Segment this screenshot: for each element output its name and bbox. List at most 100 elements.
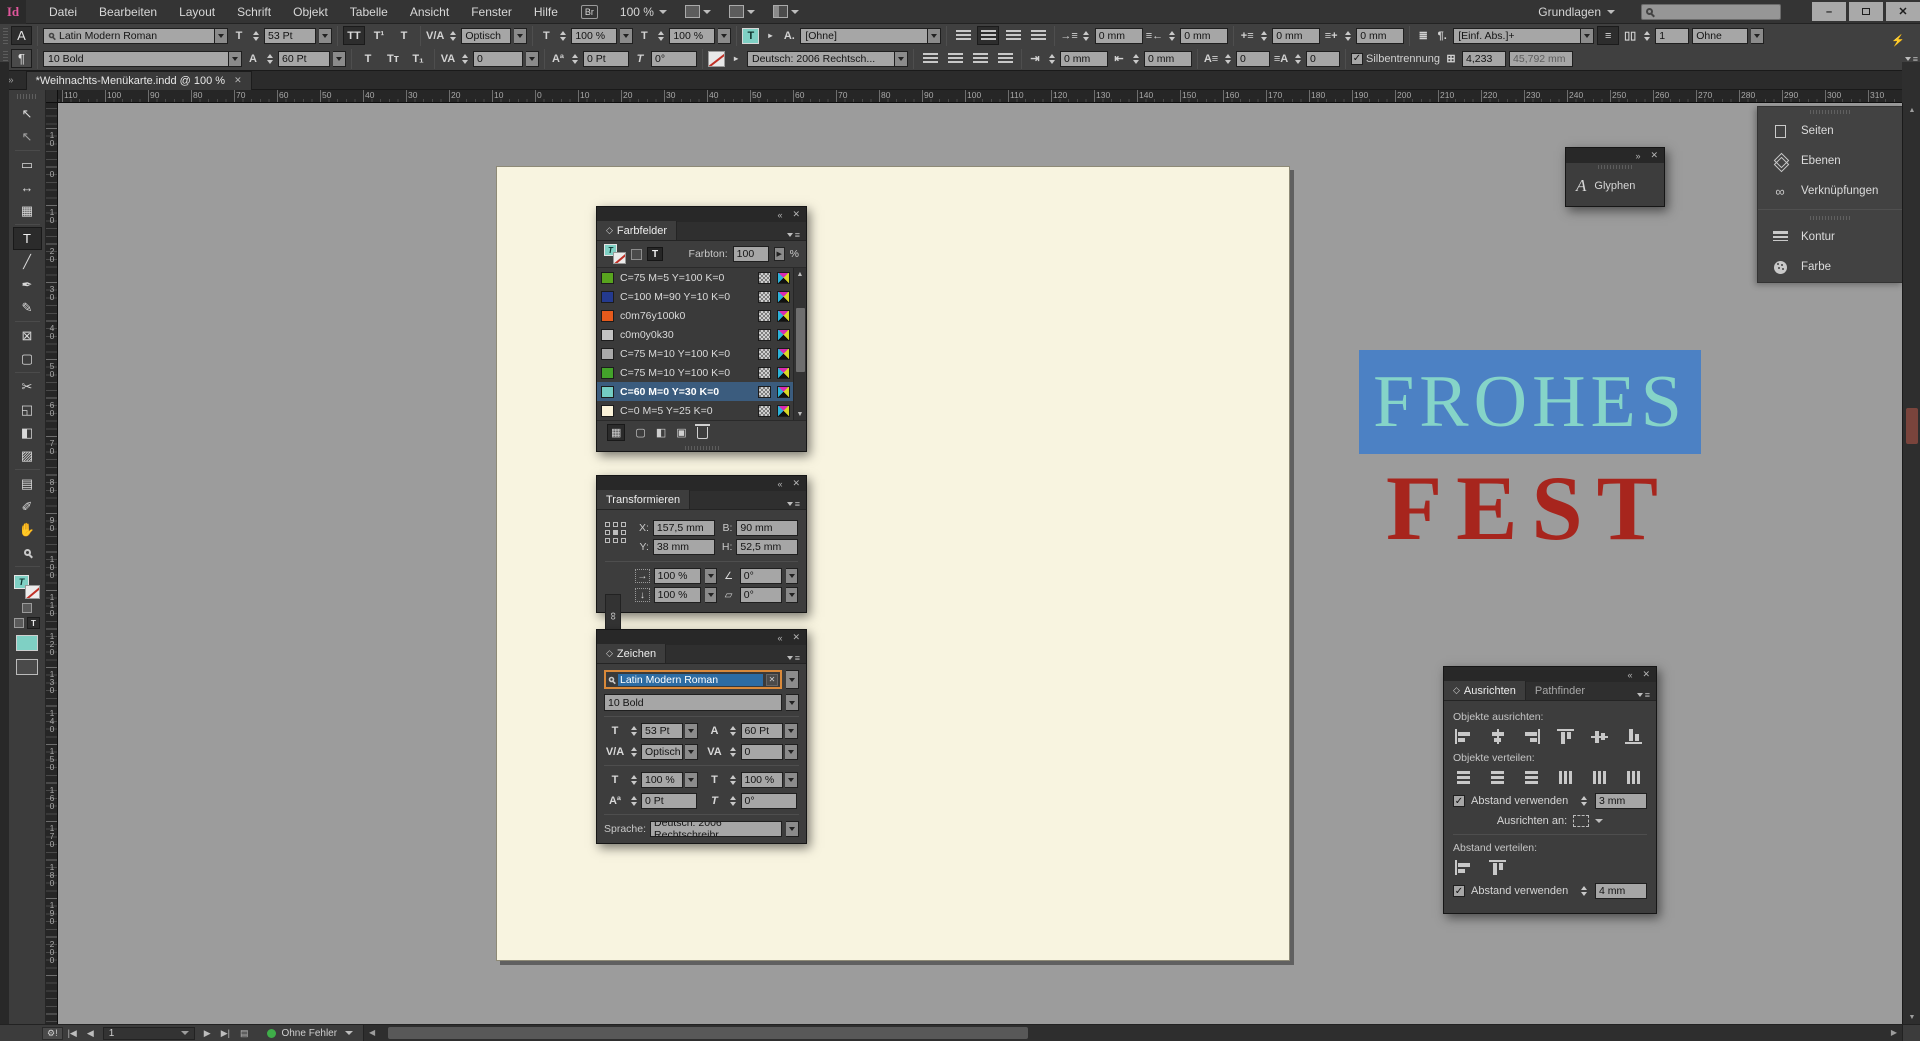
chevron-down-icon[interactable] bbox=[705, 568, 717, 584]
stroke-color-button[interactable] bbox=[708, 51, 725, 67]
scroll-down-icon[interactable]: ▼ bbox=[797, 408, 804, 420]
text-selection-highlight[interactable]: FROHES bbox=[1359, 350, 1701, 454]
first-line-indent-stepper[interactable] bbox=[1046, 51, 1057, 67]
kerning-stepper[interactable] bbox=[447, 28, 458, 44]
font-size-stepper[interactable] bbox=[250, 28, 261, 44]
next-page-button[interactable]: ▶ bbox=[199, 1028, 216, 1039]
distribute-right-edges-icon[interactable] bbox=[1625, 770, 1642, 785]
preflight-status-label[interactable]: Ohne Fehler bbox=[281, 1028, 337, 1039]
dock-item-farbe[interactable]: Farbe bbox=[1758, 252, 1902, 282]
tint-slider-icon[interactable]: ▶ bbox=[774, 247, 785, 261]
panel-grip[interactable] bbox=[1566, 163, 1664, 170]
tab-pathfinder[interactable]: Pathfinder bbox=[1526, 681, 1594, 700]
spacing-stepper[interactable] bbox=[1578, 883, 1589, 899]
rectangle-tool[interactable]: ▢ bbox=[13, 347, 42, 370]
justify-right-button[interactable] bbox=[969, 49, 991, 68]
glyphs-panel-button[interactable]: A Glyphen bbox=[1566, 170, 1664, 206]
superscript-button[interactable]: T¹ bbox=[368, 26, 390, 45]
horizontal-scrollbar[interactable]: ◀ ▶ bbox=[363, 1025, 1902, 1041]
align-right-button[interactable] bbox=[1002, 26, 1024, 45]
close-icon[interactable]: ✕ bbox=[792, 632, 800, 643]
distribute-bottom-edges-icon[interactable] bbox=[1523, 770, 1540, 785]
heading-text[interactable]: FEST bbox=[1364, 457, 1694, 559]
swap-fill-stroke-icon[interactable] bbox=[22, 603, 32, 613]
show-all-swatches-button[interactable]: ▦ bbox=[607, 424, 625, 441]
formatting-affects-container-button[interactable] bbox=[14, 618, 24, 628]
horizontal-scale-field[interactable]: 100 % bbox=[669, 28, 715, 44]
document-tab[interactable]: *Weihnachts-Menükarte.indd @ 100 % ✕ bbox=[26, 71, 252, 90]
chevron-down-icon[interactable] bbox=[1751, 28, 1764, 44]
align-top-edges-icon[interactable] bbox=[1557, 729, 1574, 744]
character-formatting-button[interactable]: A bbox=[11, 26, 32, 45]
fill-stroke-proxy[interactable]: T bbox=[14, 575, 40, 599]
scroll-down-icon[interactable]: ▼ bbox=[1903, 1010, 1920, 1024]
font-family-combo[interactable]: Latin Modern Roman bbox=[43, 27, 228, 45]
page-number-combo[interactable]: 1 bbox=[103, 1027, 195, 1040]
language-combo[interactable]: Deutsch: 2006 Rechtsch... bbox=[747, 50, 908, 68]
vertical-scale-stepper[interactable] bbox=[628, 772, 639, 788]
search-input[interactable] bbox=[1641, 4, 1781, 20]
document-canvas[interactable]: FROHES FEST « ✕ ◇ Farbfelder ≡ T T bbox=[58, 103, 1902, 1024]
tab-ausrichten[interactable]: ◇ Ausrichten bbox=[1444, 681, 1526, 700]
chevron-down-icon[interactable] bbox=[620, 28, 633, 44]
scroll-left-icon[interactable]: ◀ bbox=[364, 1028, 380, 1037]
close-icon[interactable]: ✕ bbox=[1650, 150, 1658, 161]
panel-menu-icon[interactable]: ≡ bbox=[787, 653, 806, 663]
dock-item-verknuepfungen[interactable]: ∞ Verknüpfungen bbox=[1758, 176, 1902, 206]
menu-fenster[interactable]: Fenster bbox=[460, 5, 523, 19]
use-spacing-checkbox[interactable]: ✓ bbox=[1453, 795, 1465, 807]
font-style-field[interactable]: 10 Bold bbox=[604, 694, 782, 711]
menu-bearbeiten[interactable]: Bearbeiten bbox=[88, 5, 168, 19]
delete-swatch-icon[interactable] bbox=[697, 427, 708, 439]
free-transform-tool[interactable]: ◱ bbox=[13, 398, 42, 421]
swatch-row[interactable]: C=0 M=5 Y=25 K=0 bbox=[597, 401, 806, 420]
x-field[interactable]: 157,5 mm bbox=[653, 520, 715, 536]
space-before-field[interactable]: 0 mm bbox=[1272, 28, 1320, 44]
space-after-field[interactable]: 0 mm bbox=[1356, 28, 1404, 44]
menu-datei[interactable]: Datei bbox=[38, 5, 88, 19]
chevron-down-icon[interactable] bbox=[685, 723, 698, 739]
scrollbar-thumb[interactable] bbox=[388, 1027, 1028, 1039]
drop-cap-lines-field[interactable]: 0 bbox=[1236, 51, 1270, 67]
tracking-field[interactable]: 0 bbox=[473, 51, 523, 67]
skew-stepper[interactable] bbox=[728, 793, 739, 809]
font-family-search-field[interactable]: Latin Modern Roman ✕ bbox=[604, 670, 782, 689]
vertical-scrollbar[interactable]: ▲ ▼ bbox=[1902, 103, 1920, 1024]
skew-field[interactable]: 0° bbox=[741, 793, 797, 809]
workspace-switcher[interactable]: Grundlagen bbox=[1538, 5, 1615, 19]
ruler-origin[interactable] bbox=[46, 90, 58, 103]
formatting-affects-text-button[interactable]: T bbox=[647, 247, 663, 261]
scrollbar-thumb[interactable] bbox=[796, 308, 805, 372]
baseline-shift-stepper[interactable] bbox=[628, 793, 639, 809]
height-field[interactable]: 52,5 mm bbox=[736, 539, 798, 555]
formatting-affects-container-button[interactable] bbox=[631, 249, 642, 260]
line-tool[interactable]: ╱ bbox=[13, 250, 42, 273]
menu-hilfe[interactable]: Hilfe bbox=[523, 5, 569, 19]
scale-x-field[interactable]: 100 % bbox=[654, 568, 702, 584]
span-columns-button[interactable]: ≡ bbox=[1597, 26, 1619, 45]
align-horizontal-centers-icon[interactable] bbox=[1489, 729, 1506, 744]
leading-field[interactable]: 60 Pt bbox=[278, 51, 330, 67]
first-line-indent-field[interactable]: 0 mm bbox=[1060, 51, 1108, 67]
fill-stroke-proxy-icon[interactable]: T bbox=[604, 244, 626, 264]
grid-value-field[interactable]: 4,233 bbox=[1462, 51, 1506, 67]
distribute-horizontal-space-icon[interactable] bbox=[1489, 860, 1506, 875]
gap-tool[interactable]: ↔ bbox=[13, 176, 42, 199]
zoom-level-dropdown[interactable]: 100 % bbox=[620, 5, 667, 19]
menu-layout[interactable]: Layout bbox=[168, 5, 226, 19]
language-field[interactable]: Deutsch: 2006 Rechtschreibr... bbox=[650, 821, 782, 837]
scale-y-field[interactable]: 100 % bbox=[654, 587, 702, 603]
close-tab-icon[interactable]: ✕ bbox=[234, 75, 242, 86]
menu-schrift[interactable]: Schrift bbox=[226, 5, 282, 19]
type-tool[interactable]: T bbox=[13, 227, 42, 250]
space-after-stepper[interactable] bbox=[1342, 28, 1353, 44]
chevron-down-icon[interactable] bbox=[685, 744, 698, 760]
chevron-down-icon[interactable] bbox=[785, 744, 798, 760]
small-caps-button[interactable]: Tт bbox=[382, 49, 404, 68]
align-left-button[interactable] bbox=[952, 26, 974, 45]
shear-field[interactable]: 0° bbox=[740, 587, 782, 603]
vertical-scale-field[interactable]: 100 % bbox=[571, 28, 617, 44]
last-line-indent-stepper[interactable] bbox=[1130, 51, 1141, 67]
tint-field[interactable]: 100 bbox=[733, 246, 769, 262]
tab-transformieren[interactable]: Transformieren bbox=[597, 490, 690, 509]
